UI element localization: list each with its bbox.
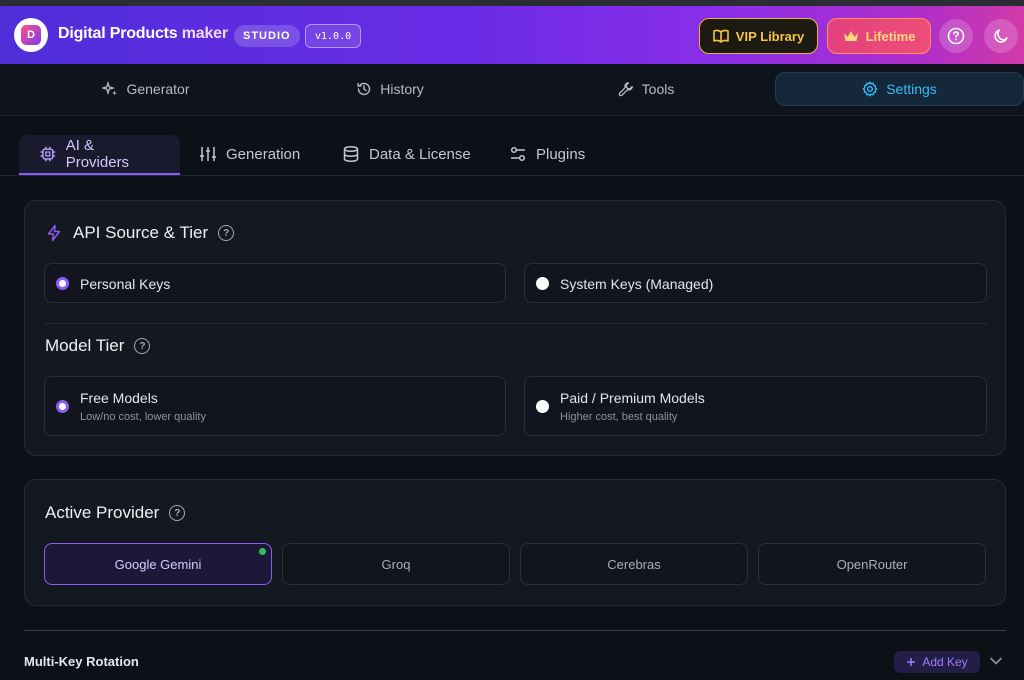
- vip-library-label: VIP Library: [735, 28, 805, 44]
- option-system-keys[interactable]: System Keys (Managed): [524, 263, 987, 303]
- provider-google-gemini[interactable]: Google Gemini: [44, 543, 272, 585]
- app-header: D Digital Products maker STUDIO v1.0.0 V…: [0, 6, 1024, 64]
- crown-icon: [843, 30, 858, 41]
- main-tab-bar: Generator History Tools Settings: [0, 64, 1024, 116]
- add-key-label: Add Key: [922, 655, 968, 669]
- paid-models-desc: Higher cost, best quality: [560, 411, 678, 423]
- book-icon: [712, 29, 729, 43]
- tab-generator-label: Generator: [126, 81, 190, 97]
- studio-badge: STUDIO: [234, 25, 300, 47]
- subtab-ai-providers-label: AI & Providers: [65, 137, 130, 171]
- subtab-generation[interactable]: Generation: [199, 135, 300, 173]
- section-rule: [24, 630, 1006, 631]
- provider-openrouter[interactable]: OpenRouter: [758, 543, 986, 585]
- logo-mark-icon: D: [21, 25, 41, 45]
- lifetime-label: Lifetime: [865, 28, 916, 44]
- paid-models-radio[interactable]: [536, 399, 549, 413]
- system-keys-label: System Keys (Managed): [560, 276, 714, 292]
- vip-library-button[interactable]: VIP Library: [699, 18, 818, 54]
- chip-icon: [40, 146, 56, 162]
- sparkles-icon: [102, 81, 118, 96]
- tab-tools[interactable]: Tools: [536, 72, 756, 106]
- lifetime-button[interactable]: Lifetime: [827, 18, 931, 54]
- lightning-icon: [47, 224, 61, 242]
- subtab-data-license-label: Data & License: [369, 145, 471, 163]
- provider-groq-label: Groq: [381, 556, 411, 572]
- subtab-data-license[interactable]: Data & License: [342, 135, 471, 173]
- app-logo: D: [14, 18, 48, 52]
- sliders-icon: [200, 147, 216, 161]
- system-keys-radio[interactable]: [536, 276, 549, 290]
- tab-history[interactable]: History: [280, 72, 500, 106]
- app-title-accent: maker: [181, 25, 228, 42]
- history-icon: [357, 82, 371, 96]
- subtab-ai-providers[interactable]: AI & Providers: [19, 135, 180, 175]
- help-circle-icon: [947, 27, 965, 45]
- tab-generator[interactable]: Generator: [36, 72, 256, 106]
- api-source-heading: API Source & Tier ?: [45, 223, 235, 243]
- subtab-plugins-label: Plugins: [536, 145, 586, 163]
- tab-settings-label: Settings: [886, 81, 937, 97]
- paid-models-label: Paid / Premium Models: [560, 390, 705, 406]
- option-free-models[interactable]: Free Models Low/no cost, lower quality: [44, 376, 506, 436]
- active-provider-title: Active Provider: [45, 503, 160, 522]
- tab-tools-label: Tools: [641, 81, 675, 97]
- toggles-icon: [510, 146, 526, 162]
- active-status-dot: [259, 548, 266, 555]
- provider-groq[interactable]: Groq: [282, 543, 510, 585]
- database-icon: [343, 145, 359, 163]
- option-personal-keys[interactable]: Personal Keys: [44, 263, 506, 303]
- wrench-icon: [618, 82, 633, 97]
- provider-google-gemini-label: Google Gemini: [114, 556, 202, 572]
- provider-openrouter-label: OpenRouter: [836, 556, 908, 572]
- tab-settings[interactable]: Settings: [775, 72, 1024, 106]
- plus-icon: [907, 658, 916, 666]
- section-divider: [45, 323, 987, 324]
- settings-subtab-bar: AI & Providers Generation Data & License…: [0, 116, 1024, 176]
- free-models-label: Free Models: [80, 390, 158, 406]
- version-badge: v1.0.0: [305, 24, 362, 48]
- api-source-title: API Source & Tier: [73, 223, 209, 242]
- model-tier-title: Model Tier: [45, 336, 125, 355]
- personal-keys-label: Personal Keys: [80, 276, 171, 292]
- model-tier-help-icon[interactable]: ?: [134, 338, 151, 354]
- api-source-card: API Source & Tier ? Personal Keys System…: [24, 200, 1006, 456]
- option-paid-models[interactable]: Paid / Premium Models Higher cost, best …: [524, 376, 987, 436]
- provider-cerebras[interactable]: Cerebras: [520, 543, 748, 585]
- add-key-button[interactable]: Add Key: [894, 651, 980, 673]
- free-models-desc: Low/no cost, lower quality: [80, 411, 206, 423]
- subtab-plugins[interactable]: Plugins: [509, 135, 585, 173]
- chevron-down-icon[interactable]: [989, 655, 1003, 667]
- active-provider-heading: Active Provider ?: [45, 503, 186, 523]
- multi-key-rotation-title: Multi-Key Rotation: [24, 654, 139, 669]
- moon-icon: [994, 29, 1008, 43]
- active-provider-help-icon[interactable]: ?: [169, 505, 186, 521]
- app-title-main: Digital Products: [58, 25, 178, 42]
- app-title: Digital Products maker: [58, 25, 228, 43]
- gear-icon: [862, 81, 878, 97]
- api-source-help-icon[interactable]: ?: [218, 225, 235, 241]
- provider-cerebras-label: Cerebras: [607, 556, 661, 572]
- tab-history-label: History: [380, 81, 424, 97]
- free-models-radio[interactable]: [56, 399, 69, 413]
- active-provider-card: Active Provider ? Google Gemini Groq Cer…: [24, 479, 1006, 606]
- personal-keys-radio[interactable]: [56, 276, 69, 290]
- help-button[interactable]: [939, 19, 973, 53]
- model-tier-heading: Model Tier ?: [45, 336, 151, 356]
- subtab-generation-label: Generation: [226, 145, 301, 163]
- theme-toggle-button[interactable]: [984, 19, 1018, 53]
